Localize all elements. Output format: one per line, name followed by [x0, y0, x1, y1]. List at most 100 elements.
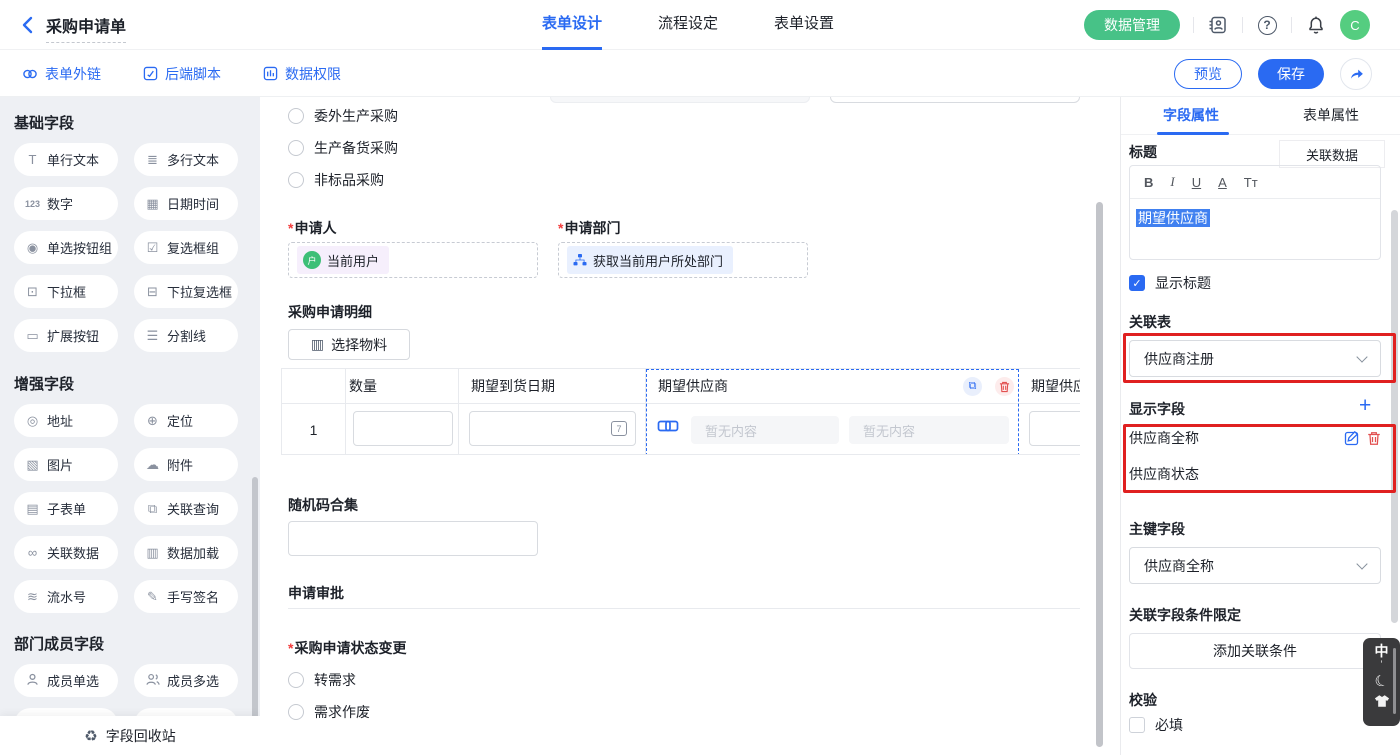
relation-table-select[interactable]: 供应商注册 [1129, 340, 1381, 377]
date-input[interactable]: 7 [469, 411, 636, 446]
number-icon: 123 [25, 199, 40, 209]
backend-script-button[interactable]: 后端脚本 [143, 50, 221, 97]
font-color-icon[interactable]: A [1218, 175, 1227, 190]
supplier2-input[interactable] [1029, 411, 1080, 446]
title-input[interactable]: 期望供应商 [1130, 199, 1380, 237]
radio-icon [288, 172, 304, 188]
add-display-field-button[interactable]: + [1359, 397, 1371, 415]
field-item-divider[interactable]: ☰分割线 [134, 319, 238, 352]
chevron-left-icon [16, 13, 40, 37]
field-item-attachment[interactable]: ☁附件 [134, 448, 238, 481]
radio-option[interactable]: 委外生产采购 [288, 106, 398, 126]
user-avatar[interactable]: C [1340, 10, 1370, 40]
font-size-icon[interactable]: Tт [1244, 175, 1258, 190]
display-field-row[interactable]: 供应商全称 [1129, 428, 1381, 448]
linked-data-cell[interactable]: 暂无内容 暂无内容 [646, 404, 1019, 455]
help-icon[interactable]: ? [1256, 14, 1278, 36]
data-manage-button[interactable]: 数据管理 [1084, 10, 1180, 40]
quantity-cell [346, 404, 459, 455]
field-item-signature[interactable]: ✎手写签名 [134, 580, 238, 613]
field-item-datetime[interactable]: ▦日期时间 [134, 187, 238, 220]
clipped-input-top[interactable] [830, 97, 1080, 103]
primary-key-select[interactable]: 供应商全称 [1129, 547, 1381, 584]
primary-key-label: 主键字段 [1129, 519, 1185, 539]
save-button[interactable]: 保存 [1258, 59, 1324, 89]
tab-form-properties[interactable]: 表单属性 [1261, 97, 1400, 134]
ime-skin-icon[interactable] [1374, 694, 1390, 708]
share-button[interactable] [1340, 58, 1372, 90]
field-item-number[interactable]: 123数字 [14, 187, 118, 220]
show-title-checkbox-row[interactable]: ✓ 显示标题 [1129, 273, 1211, 293]
radio-option[interactable]: 非标品采购 [288, 170, 384, 190]
department-field[interactable]: 获取当前用户所处部门 [558, 242, 808, 278]
active-tab-underline [1157, 132, 1229, 135]
radio-option[interactable]: 转需求 [288, 670, 356, 690]
field-item-extend-button[interactable]: ▭扩展按钮 [14, 319, 118, 352]
applicant-field[interactable]: 户 当前用户 [288, 242, 538, 278]
single-line-text-icon: T [25, 152, 40, 167]
data-permission-button[interactable]: 数据权限 [263, 50, 341, 97]
field-recycle-bin[interactable]: ♻ 字段回收站 [0, 716, 260, 755]
field-item-checkbox-group[interactable]: ☑复选框组 [134, 231, 238, 264]
field-item-single-line-text[interactable]: T单行文本 [14, 143, 118, 176]
required-checkbox-row[interactable]: 必填 [1129, 715, 1183, 735]
underline-icon[interactable]: U [1192, 175, 1201, 190]
row-index-cell: 1 [282, 404, 346, 455]
field-item-subform[interactable]: ▤子表单 [14, 492, 118, 525]
ime-moon-icon[interactable]: ☾ [1372, 671, 1391, 693]
contacts-icon[interactable] [1207, 14, 1229, 36]
divider [1291, 17, 1292, 33]
canvas-scrollbar[interactable] [1096, 202, 1103, 747]
random-code-input[interactable] [288, 521, 538, 556]
preview-button[interactable]: 预览 [1174, 59, 1242, 89]
material-icon: ▥ [311, 336, 324, 353]
tab-form-setting[interactable]: 表单设置 [774, 0, 834, 50]
delete-column-icon[interactable] [995, 377, 1014, 396]
field-item-multi-line-text[interactable]: ≣多行文本 [134, 143, 238, 176]
field-item-address[interactable]: ◎地址 [14, 404, 118, 437]
table-header-expected-date: 期望到货日期 [459, 369, 646, 404]
ime-tone-icon[interactable]: ʼ [1380, 662, 1382, 670]
field-label-status-change: *采购申请状态变更 [288, 638, 406, 658]
back-button[interactable] [16, 13, 40, 37]
tab-field-properties[interactable]: 字段属性 [1121, 97, 1261, 134]
notification-bell-icon[interactable] [1305, 14, 1327, 36]
tab-form-design[interactable]: 表单设计 [542, 0, 602, 50]
field-item-location[interactable]: ⊕定位 [134, 404, 238, 437]
field-item-member-multi[interactable]: 成员多选 [134, 664, 238, 697]
select-material-button[interactable]: ▥ 选择物料 [288, 329, 410, 360]
radio-option[interactable]: 需求作废 [288, 702, 370, 722]
field-item-linked-data[interactable]: ∞关联数据 [14, 536, 118, 569]
field-item-radio-group[interactable]: ◉单选按钮组 [14, 231, 118, 264]
italic-icon[interactable]: I [1170, 174, 1174, 190]
copy-column-icon[interactable]: ⧉ [963, 377, 982, 396]
display-field-row[interactable]: 供应商状态 [1129, 464, 1381, 484]
panel-scrollbar[interactable] [1391, 210, 1398, 623]
edit-field-icon[interactable] [1344, 430, 1360, 446]
bold-icon[interactable]: B [1144, 175, 1153, 190]
ime-language-icon[interactable]: 中 [1375, 643, 1389, 659]
add-condition-button[interactable]: 添加关联条件 [1129, 633, 1381, 669]
form-external-link-button[interactable]: 表单外链 [22, 50, 101, 97]
field-item-multi-select[interactable]: ⊟下拉复选框 [134, 275, 238, 308]
field-item-linked-query[interactable]: ⧉关联查询 [134, 492, 238, 525]
tab-flow-setting[interactable]: 流程设定 [658, 0, 718, 50]
delete-field-icon[interactable] [1367, 431, 1381, 446]
people-icon [145, 673, 160, 689]
field-item-image[interactable]: ▧图片 [14, 448, 118, 481]
table-header-index [282, 369, 346, 404]
table-header-expected-supplier-2[interactable]: 期望供应商 [1019, 369, 1080, 404]
field-item-data-load[interactable]: ▥数据加载 [134, 536, 238, 569]
field-item-member-single[interactable]: 成员单选 [14, 664, 118, 697]
clipped-input-top[interactable] [550, 97, 810, 103]
sidebar-scrollbar[interactable] [252, 477, 258, 755]
permission-icon [263, 66, 278, 81]
radio-option[interactable]: 生产备货采购 [288, 138, 398, 158]
ime-toolbar[interactable]: 中 ʼ ☾ [1363, 638, 1400, 726]
field-item-serial-number[interactable]: ≋流水号 [14, 580, 118, 613]
quantity-input[interactable] [353, 411, 453, 446]
field-item-select[interactable]: ⊡下拉框 [14, 275, 118, 308]
panel-tabs: 字段属性 表单属性 [1121, 97, 1400, 135]
editor-toolbar: B I U A Tт [1130, 166, 1380, 199]
section-title-basic-fields: 基础字段 [14, 112, 74, 133]
